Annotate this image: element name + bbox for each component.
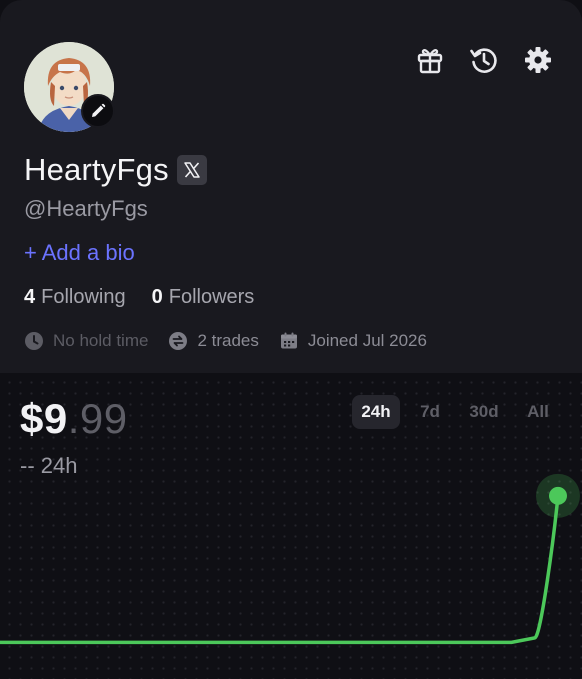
top-actions <box>414 44 554 76</box>
following-label: Following <box>41 286 126 308</box>
hold-time-text: No hold time <box>53 331 149 350</box>
time-range-tabs: 24h 7d 30d All <box>352 395 562 429</box>
profile-meta: No hold time 2 trades Joined Jul 2026 <box>24 331 427 351</box>
range-tab-7d[interactable]: 7d <box>406 395 454 429</box>
x-logo-icon <box>184 162 200 178</box>
followers-count: 0 <box>151 286 163 308</box>
clock-icon <box>25 332 43 350</box>
price-cents: .99 <box>67 395 128 442</box>
trades-text: 2 trades <box>197 331 259 350</box>
display-name: HeartyFgs <box>24 152 169 187</box>
followers-link[interactable]: 0 Followers <box>152 286 255 309</box>
name-row: HeartyFgs <box>24 152 207 188</box>
price-main: $9 <box>20 395 68 442</box>
following-count: 4 <box>24 286 36 308</box>
portfolio-value-line <box>0 494 560 645</box>
followers-label: Followers <box>168 286 255 308</box>
user-handle: @HeartyFgs <box>24 196 148 221</box>
joined-stat: Joined Jul 2026 <box>279 331 427 351</box>
price-change: -- 24h <box>20 453 78 478</box>
add-bio-link[interactable]: + Add a bio <box>24 240 135 266</box>
range-tab-24h[interactable]: 24h <box>352 395 400 429</box>
history-icon <box>470 48 497 73</box>
portfolio-value: $9.99 <box>20 395 128 443</box>
calendar-icon <box>280 332 297 349</box>
gift-button[interactable] <box>414 44 446 76</box>
edit-avatar-button[interactable] <box>81 94 115 128</box>
pencil-icon <box>92 103 106 117</box>
latest-point-marker <box>549 486 567 505</box>
swap-icon <box>169 332 188 350</box>
joined-text: Joined Jul 2026 <box>307 331 427 350</box>
following-link[interactable]: 4 Following <box>24 286 126 309</box>
follow-stats: 4 Following 0 Followers <box>24 286 254 309</box>
range-tab-30d[interactable]: 30d <box>460 395 508 429</box>
portfolio-chart-panel: $9.99 -- 24h 24h 7d 30d All <box>0 373 582 679</box>
settings-button[interactable] <box>522 44 554 76</box>
history-button[interactable] <box>468 44 500 76</box>
trades-stat: 2 trades <box>168 331 259 351</box>
hold-time-stat: No hold time <box>24 331 148 351</box>
profile-card: HeartyFgs @HeartyFgs + Add a bio 4 Follow… <box>0 0 582 373</box>
x-account-link[interactable] <box>176 155 207 185</box>
range-tab-all[interactable]: All <box>514 395 562 429</box>
settings-icon <box>525 47 551 73</box>
gift-icon <box>417 49 443 74</box>
